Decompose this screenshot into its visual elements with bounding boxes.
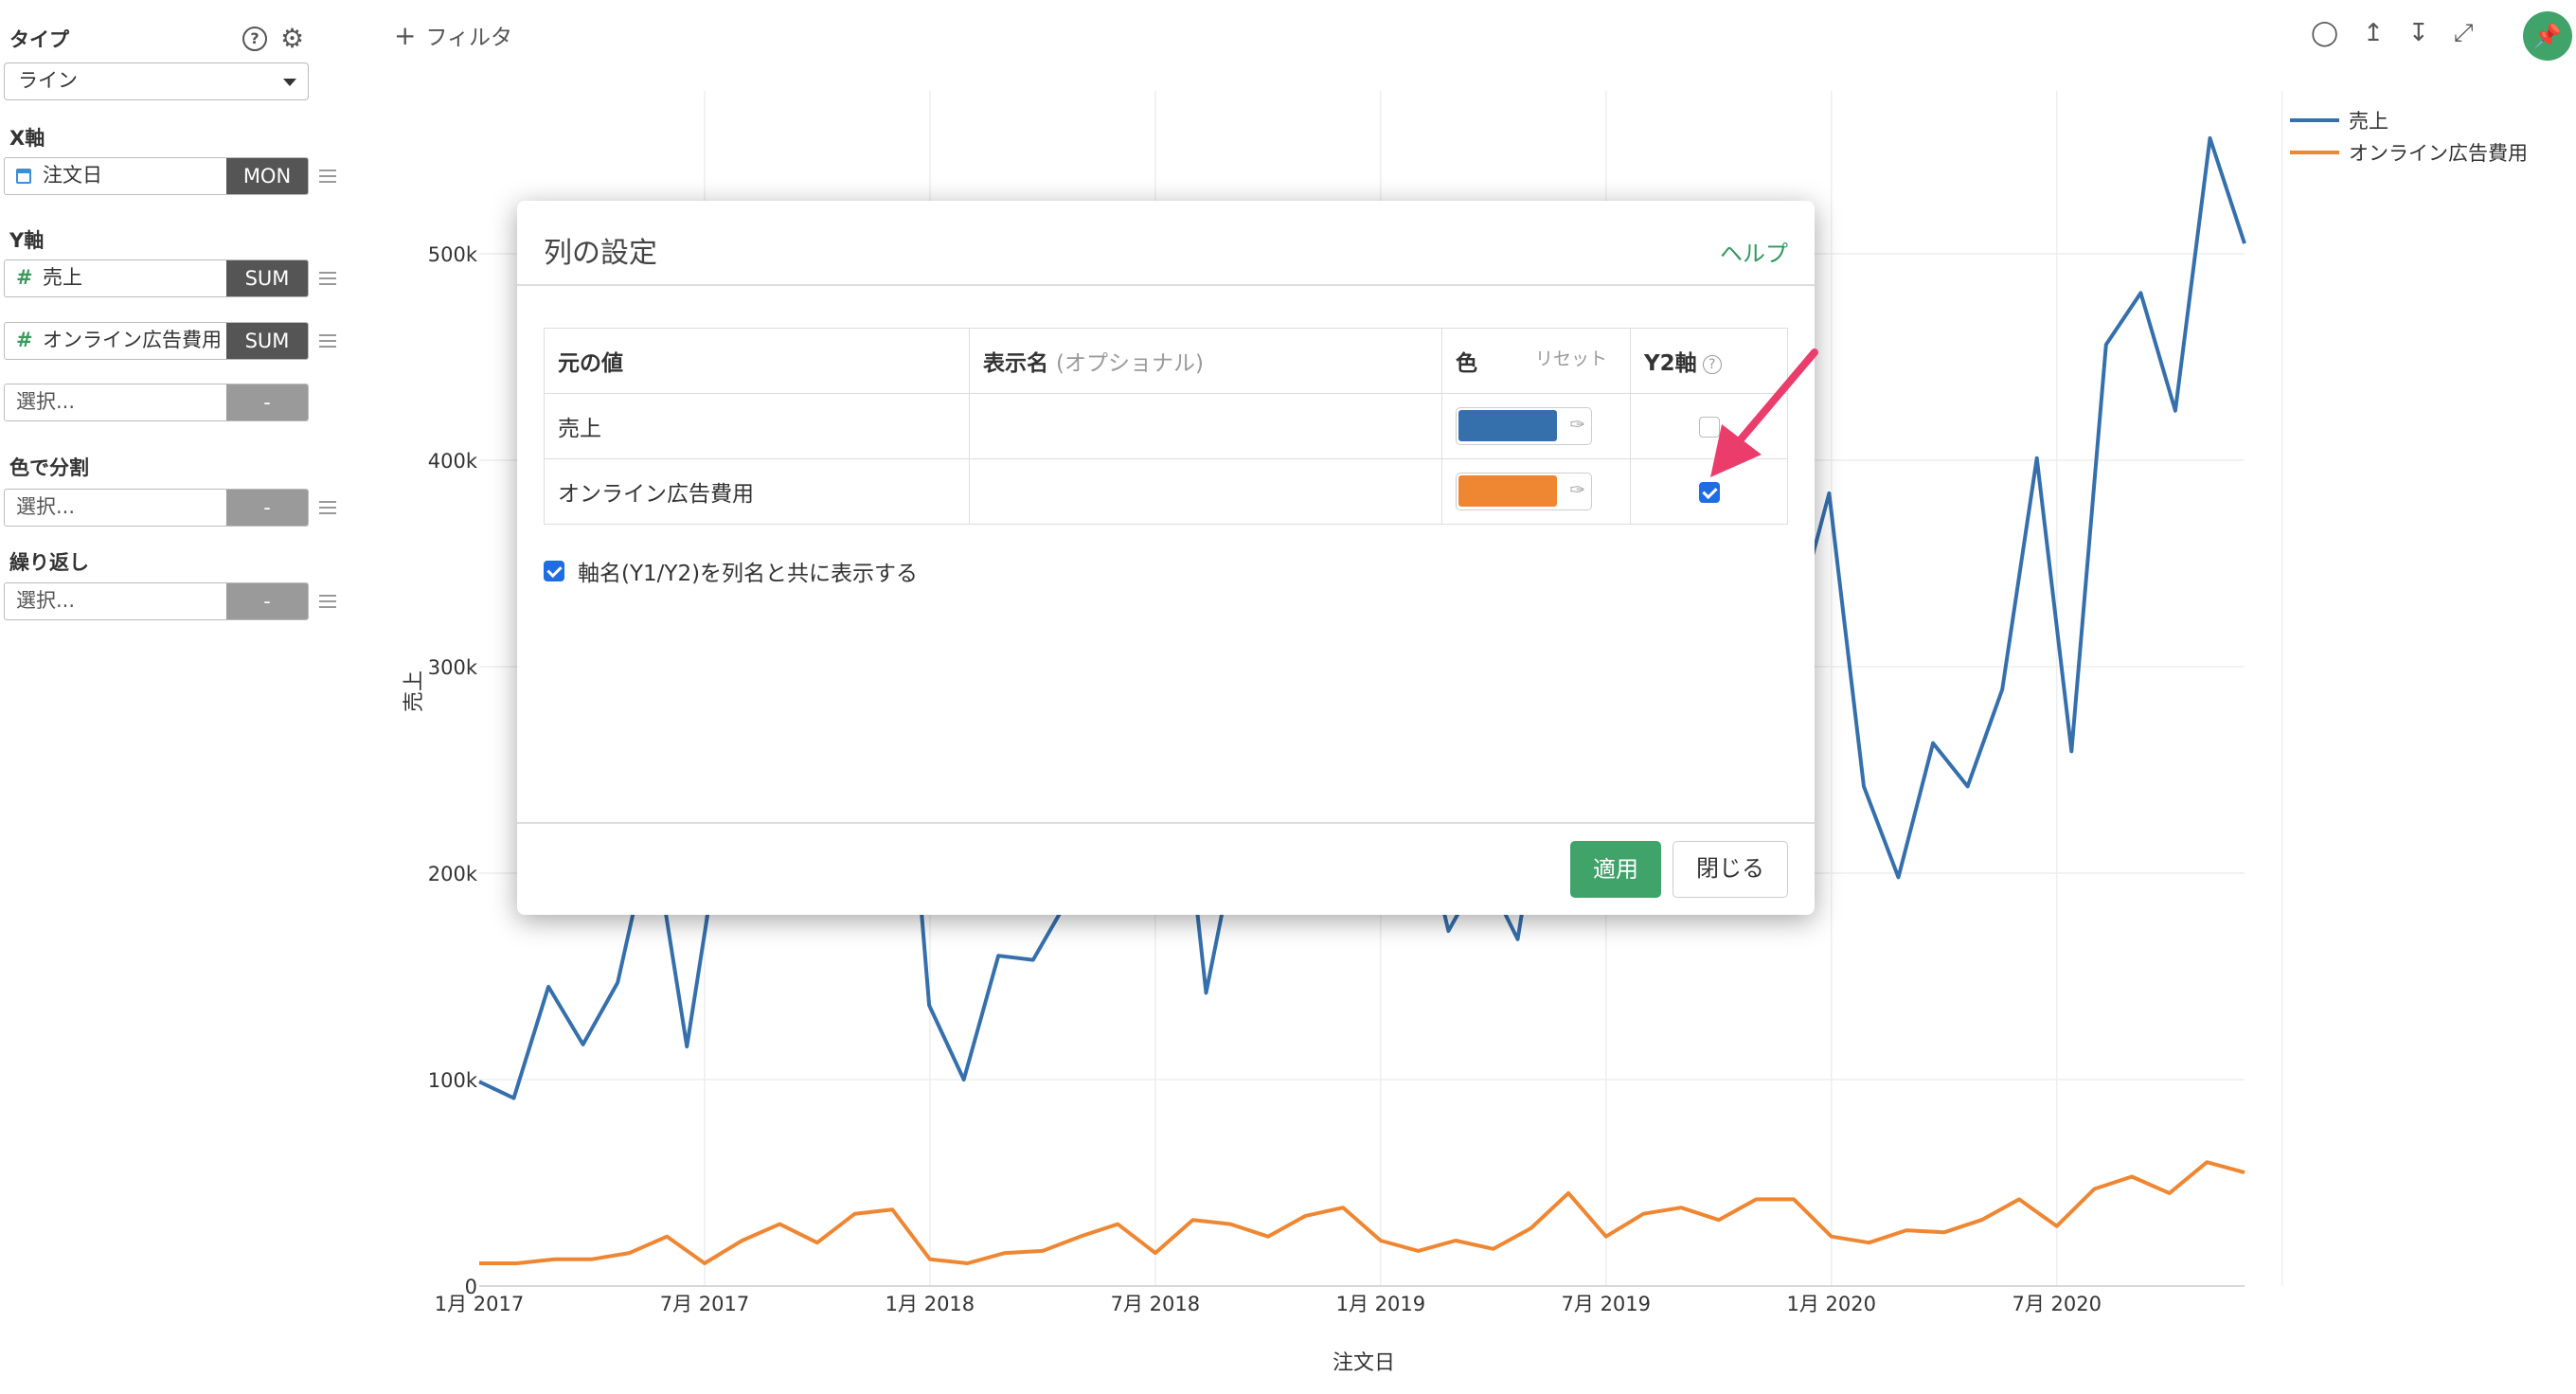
arrow-head: [1710, 424, 1762, 477]
annotation-arrow: [1710, 348, 1818, 477]
arrow-shaft: [1737, 348, 1818, 443]
